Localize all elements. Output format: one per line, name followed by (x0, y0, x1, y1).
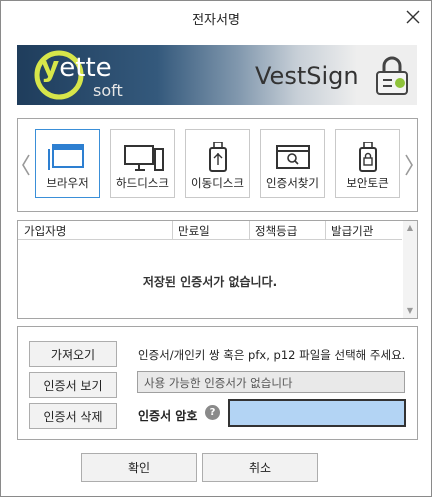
scroll-up-icon[interactable]: ▲ (403, 221, 417, 235)
chevron-left-icon (22, 154, 30, 176)
selection-hint: 인증서/개인키 쌍 혹은 pfx, p12 파일을 선택해 주세요. (138, 348, 406, 362)
storage-media-selector: 브라우저 하드디스크 이동디스크 인증서찾기 보안토큰 (17, 118, 418, 212)
scroll-left-button[interactable] (20, 153, 32, 177)
cancel-button[interactable]: 취소 (202, 453, 318, 482)
password-label: 인증서 암호 (138, 409, 198, 423)
column-divider[interactable] (172, 221, 173, 239)
usb-drive-icon (209, 142, 227, 172)
media-label: 하드디스크 (116, 176, 169, 190)
delete-certificate-button[interactable]: 인증서 삭제 (29, 403, 117, 429)
media-label: 보안토큰 (346, 176, 389, 190)
import-button[interactable]: 가져오기 (29, 341, 117, 367)
chevron-right-icon (405, 154, 413, 176)
selected-certificate-field: 사용 가능한 인증서가 없습니다 (137, 371, 405, 393)
media-browser-button[interactable]: 브라우저 (35, 129, 100, 198)
column-header-expiry[interactable]: 만료일 (178, 223, 210, 239)
browser-window-icon (48, 144, 84, 170)
column-divider[interactable] (249, 221, 250, 239)
yettesoft-logo: yette soft (41, 50, 123, 100)
media-label: 브라우저 (46, 176, 89, 190)
window-title: 전자서명 (192, 13, 240, 28)
certificate-password-input[interactable] (228, 399, 406, 427)
certificate-list-header: 가입자명 만료일 정책등급 발급기관 (18, 221, 402, 240)
column-header-subscriber[interactable]: 가입자명 (24, 223, 66, 239)
scroll-right-button[interactable] (403, 153, 415, 177)
certificate-list[interactable]: 가입자명 만료일 정책등급 발급기관 저장된 인증서가 없습니다. ▲ ▼ (17, 220, 418, 319)
title-bar: 전자서명 (1, 1, 431, 33)
vendor-banner: yette soft VestSign (17, 45, 417, 105)
padlock-icon (376, 56, 408, 95)
column-divider[interactable] (325, 221, 326, 239)
help-icon[interactable]: ? (205, 405, 220, 420)
close-icon (406, 10, 420, 24)
media-security-token-button[interactable]: 보안토큰 (335, 129, 400, 198)
search-window-icon (276, 145, 310, 169)
media-removable-button[interactable]: 이동디스크 (185, 129, 250, 198)
media-find-cert-button[interactable]: 인증서찾기 (260, 129, 325, 198)
scroll-down-icon[interactable]: ▼ (403, 304, 417, 318)
column-header-issuer[interactable]: 발급기관 (331, 223, 373, 239)
vestsign-product-name: VestSign (255, 62, 359, 90)
certificate-actions-panel: 가져오기 인증서 보기 인증서 삭제 인증서/개인키 쌍 혹은 pfx, p12… (17, 326, 418, 440)
media-label: 인증서찾기 (266, 176, 319, 190)
ok-button[interactable]: 확인 (81, 453, 197, 482)
empty-list-message: 저장된 인증서가 없습니다. (142, 275, 278, 289)
media-harddisk-button[interactable]: 하드디스크 (110, 129, 175, 198)
media-label: 이동디스크 (191, 176, 244, 190)
view-certificate-button[interactable]: 인증서 보기 (29, 372, 117, 398)
monitor-pc-icon (124, 145, 164, 171)
close-button[interactable] (403, 7, 423, 27)
esign-dialog: 전자서명 yette soft VestSign 브라우저 하드디스크 이동디스… (0, 0, 432, 497)
vertical-scrollbar[interactable]: ▲ ▼ (403, 221, 417, 318)
column-header-policy[interactable]: 정책등급 (255, 223, 297, 239)
security-token-icon (359, 142, 377, 172)
